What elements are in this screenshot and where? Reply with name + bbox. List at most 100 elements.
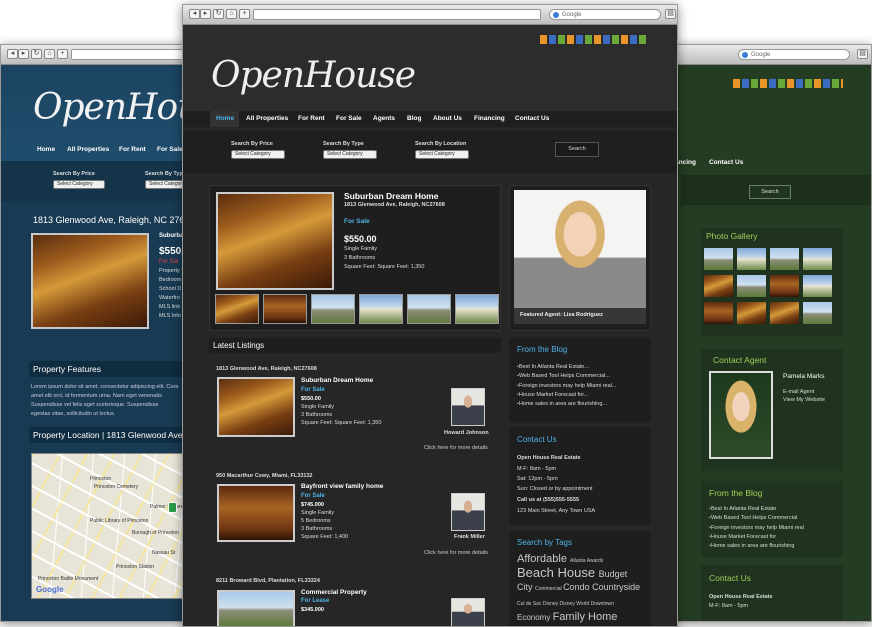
gallery-thumb[interactable] <box>704 275 733 297</box>
nav-all-properties[interactable]: All Properties <box>246 115 288 122</box>
featured-photo[interactable] <box>216 192 334 290</box>
blog-item[interactable]: Best In Atlanta Real Estate <box>709 505 804 514</box>
featured-thumb[interactable] <box>215 294 259 324</box>
search-button[interactable]: Search <box>749 185 791 199</box>
tag-link[interactable]: Disney World <box>560 601 591 607</box>
search-button[interactable]: Search <box>555 142 599 157</box>
site-logo[interactable]: OpenHouse <box>211 55 416 96</box>
agent-email-link[interactable]: E-mail Agent <box>783 389 814 395</box>
listing-more-link[interactable]: Click here for more details <box>424 445 488 451</box>
listing-photo[interactable] <box>217 377 295 437</box>
tag-link[interactable]: Cul de Sac <box>517 601 543 607</box>
tag-link[interactable]: Atlanta Awards <box>570 558 603 564</box>
blog-item[interactable]: Web Based Tool Helps Commercial... <box>517 372 616 381</box>
tag-link[interactable]: Affordable <box>517 553 570 565</box>
browser-search-field[interactable]: Google <box>549 9 661 20</box>
nav-all-properties[interactable]: All Properties <box>67 146 109 153</box>
tag-link[interactable]: Family Home <box>553 611 618 623</box>
tag-link[interactable]: Beach House <box>517 565 599 580</box>
nav-blog[interactable]: Blog <box>407 115 421 122</box>
nav-for-sale[interactable]: For Sale <box>157 146 183 153</box>
nav-about-us[interactable]: About Us <box>433 115 462 122</box>
gallery-thumb[interactable] <box>803 275 832 297</box>
reload-icon[interactable]: ↻ <box>213 9 224 19</box>
nav-for-sale[interactable]: For Sale <box>336 115 362 122</box>
gallery-thumb[interactable] <box>704 302 733 324</box>
price-select[interactable]: Select Category <box>53 180 105 189</box>
listing-agent-photo[interactable] <box>451 493 485 531</box>
back-icon[interactable]: ◂ <box>189 9 200 19</box>
site-logo[interactable]: OpenHouse <box>33 87 199 128</box>
gallery-thumb[interactable] <box>803 302 832 324</box>
featured-agent-photo[interactable] <box>514 190 646 324</box>
gallery-thumb[interactable] <box>803 248 832 270</box>
blog-item[interactable]: House Market Forecast for... <box>517 391 616 400</box>
listing-agent-photo[interactable] <box>451 388 485 426</box>
featured-thumb[interactable] <box>311 294 355 324</box>
blog-item[interactable]: Best In Atlanta Real Estate... <box>517 363 616 372</box>
nav-for-rent[interactable]: For Rent <box>298 115 325 122</box>
blog-item[interactable]: Home sales in area are flourishing... <box>517 400 616 409</box>
tag-link[interactable]: Economy <box>517 613 553 622</box>
nav-home[interactable]: Home <box>216 115 234 122</box>
type-select[interactable]: Select Category <box>323 150 377 159</box>
gallery-thumb[interactable] <box>770 275 799 297</box>
back-icon[interactable]: ◂ <box>7 49 18 59</box>
listing-address: 950 Macarthur Cswy, Miami, FL33132 <box>216 473 313 479</box>
page-icon[interactable]: ▤ <box>857 49 868 59</box>
map-marker-icon[interactable] <box>168 502 177 513</box>
nav-agents[interactable]: Agents <box>373 115 395 122</box>
nav-contact-us[interactable]: Contact Us <box>709 159 743 166</box>
tag-link[interactable]: Commercial <box>535 586 563 592</box>
nav-for-rent[interactable]: For Rent <box>119 146 146 153</box>
featured-thumb[interactable] <box>455 294 499 324</box>
location-map[interactable]: Princeton Princeton Cemetery Palmer Squa… <box>31 453 199 599</box>
blog-item[interactable]: Home sales in area are flourishing <box>709 542 804 551</box>
browser-search-field[interactable]: Google <box>738 49 850 60</box>
location-select[interactable]: Select Category <box>415 150 469 159</box>
tag-link[interactable]: City <box>517 582 535 592</box>
featured-title[interactable]: Suburban Dream Home <box>344 191 438 201</box>
tag-link[interactable]: Downtown <box>591 601 614 607</box>
bookmark-icon[interactable]: + <box>239 9 250 19</box>
listing-photo[interactable] <box>217 590 295 626</box>
blog-item[interactable]: Foreign investors may help Miami real... <box>517 382 617 391</box>
gallery-thumb[interactable] <box>704 248 733 270</box>
bookmark-icon[interactable]: + <box>57 49 68 59</box>
featured-thumb[interactable] <box>263 294 307 324</box>
nav-financing[interactable]: Financing <box>474 115 505 122</box>
tag-link[interactable]: Countryside <box>592 582 640 592</box>
reload-icon[interactable]: ↻ <box>31 49 42 59</box>
listing-title[interactable]: Suburban Dream Home <box>301 377 373 384</box>
nav-contact-us[interactable]: Contact Us <box>515 115 549 122</box>
blog-item[interactable]: Foreign investors may help Miami real <box>709 524 804 533</box>
listing-agent-photo[interactable] <box>451 598 485 626</box>
gallery-thumb[interactable] <box>737 248 766 270</box>
address-bar[interactable] <box>253 9 541 20</box>
nav-financing[interactable]: ancing <box>675 159 696 166</box>
nav-home[interactable]: Home <box>37 146 55 153</box>
tag-link[interactable]: Condo <box>563 582 592 592</box>
agent-website-link[interactable]: View My Website <box>783 397 825 403</box>
gallery-thumb[interactable] <box>770 248 799 270</box>
listing-title[interactable]: Bayfront view family home <box>301 483 383 490</box>
forward-icon[interactable]: ▸ <box>200 9 211 19</box>
page-icon[interactable]: ▤ <box>665 9 676 19</box>
listing-photo[interactable] <box>217 484 295 542</box>
price-select[interactable]: Select Category <box>231 150 285 159</box>
tag-link[interactable]: Budget <box>599 569 628 579</box>
gallery-thumb[interactable] <box>737 302 766 324</box>
gallery-thumb[interactable] <box>737 275 766 297</box>
listing-more-link[interactable]: Click here for more details <box>424 550 488 556</box>
featured-thumb[interactable] <box>359 294 403 324</box>
listing-title[interactable]: Commercial Property <box>301 589 367 596</box>
home-icon[interactable]: ⌂ <box>226 9 237 19</box>
tag-link[interactable]: Disney <box>543 601 560 607</box>
blog-item[interactable]: House Market Forecast for <box>709 533 804 542</box>
gallery-thumb[interactable] <box>770 302 799 324</box>
featured-thumb[interactable] <box>407 294 451 324</box>
home-icon[interactable]: ⌂ <box>44 49 55 59</box>
forward-icon[interactable]: ▸ <box>18 49 29 59</box>
blog-item[interactable]: Web Based Tool Helps Commercial <box>709 514 804 523</box>
address-bar[interactable] <box>71 49 199 60</box>
